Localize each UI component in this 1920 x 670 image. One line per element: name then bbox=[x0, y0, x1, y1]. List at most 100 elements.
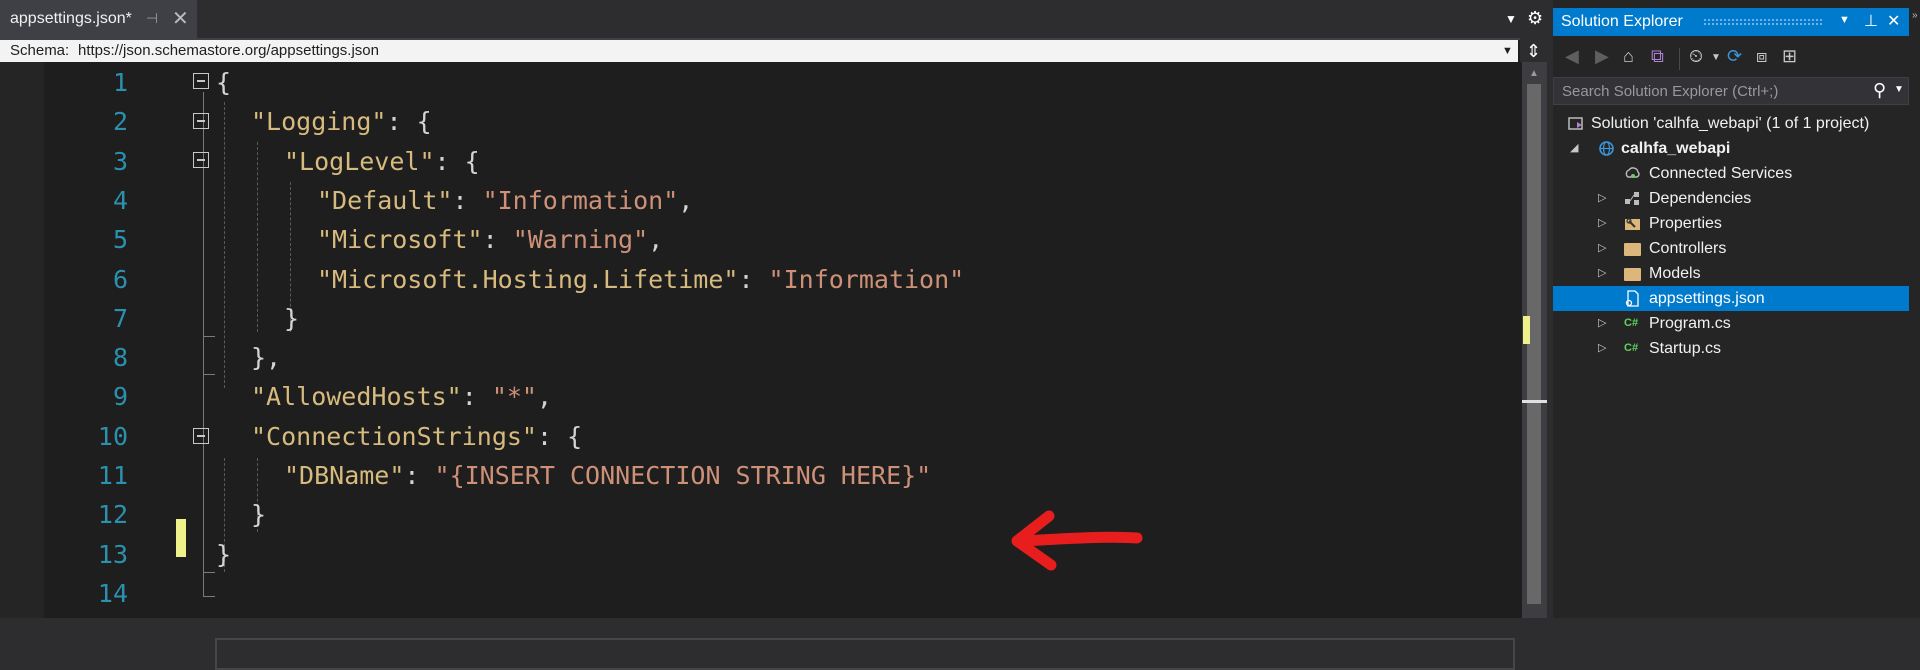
collapsed-triangle-icon[interactable]: ▷ bbox=[1598, 261, 1606, 286]
switch-views-icon[interactable]: ⧉ bbox=[1651, 46, 1664, 67]
document-tab-appsettings[interactable]: appsettings.json* ⊣ ✕ bbox=[0, 0, 197, 40]
punctuation: : bbox=[461, 382, 492, 411]
tree-item-solution[interactable]: Solution 'calhfa_webapi' (1 of 1 project… bbox=[1553, 111, 1909, 136]
collapse-toggle[interactable] bbox=[193, 113, 209, 129]
close-icon[interactable]: ✕ bbox=[1887, 11, 1900, 31]
search-icon[interactable]: ⚲ bbox=[1873, 80, 1886, 101]
unsaved-change-marker bbox=[176, 519, 186, 557]
current-line-highlight bbox=[215, 638, 1515, 670]
json-key: "DBName" bbox=[284, 461, 405, 490]
json-key: "Microsoft.Hosting.Lifetime" bbox=[317, 265, 739, 294]
punctuation: , bbox=[536, 382, 553, 411]
tree-item-project[interactable]: ◢ calhfa_webapi bbox=[1553, 136, 1909, 161]
collapsed-triangle-icon[interactable]: ▷ bbox=[1598, 211, 1606, 236]
line-number: 4 bbox=[112, 186, 128, 215]
web-project-icon bbox=[1599, 141, 1614, 156]
punctuation: , bbox=[648, 225, 664, 254]
punctuation: : { bbox=[386, 107, 432, 136]
punctuation: : bbox=[738, 265, 769, 294]
collapse-all-icon[interactable]: ⧈ bbox=[1756, 46, 1767, 67]
collapsed-triangle-icon[interactable]: ▷ bbox=[1598, 311, 1606, 336]
tree-item-dependencies[interactable]: ▷ Dependencies bbox=[1553, 186, 1909, 211]
tree-item-label: Connected Services bbox=[1649, 165, 1793, 182]
outlining-end bbox=[203, 336, 215, 337]
expanded-triangle-icon[interactable]: ◢ bbox=[1570, 136, 1578, 161]
scrollbar-thumb[interactable] bbox=[1527, 84, 1541, 604]
tree-item-connected-services[interactable]: Connected Services bbox=[1553, 161, 1909, 186]
collapse-toggle[interactable] bbox=[193, 73, 209, 89]
code-line-4: "Default": "Information", bbox=[317, 186, 693, 215]
tree-item-startup[interactable]: ▷ C# Startup.cs bbox=[1553, 336, 1909, 361]
collapsed-triangle-icon[interactable]: ▷ bbox=[1598, 236, 1606, 261]
refresh-icon[interactable]: ⟳ bbox=[1727, 46, 1742, 67]
solution-explorer-toolbar: ◀ ▶ ⌂ ⧉ ⏲ ▼ ⟳ ⧈ ⊞ bbox=[1553, 40, 1920, 74]
folder-icon bbox=[1624, 243, 1641, 256]
tree-item-models[interactable]: ▷ Models bbox=[1553, 261, 1909, 286]
overflow-icon[interactable]: » bbox=[1912, 10, 1918, 21]
outlining-end bbox=[203, 374, 215, 375]
split-icon[interactable]: ⇕ bbox=[1520, 38, 1547, 64]
forward-icon[interactable]: ▶ bbox=[1595, 46, 1609, 67]
tree-item-label: calhfa_webapi bbox=[1621, 140, 1731, 157]
show-all-files-icon[interactable]: ⊞ bbox=[1782, 46, 1797, 67]
punctuation: , bbox=[678, 186, 694, 215]
punctuation: : bbox=[482, 225, 513, 254]
punctuation: : { bbox=[536, 422, 583, 451]
red-arrow-annotation bbox=[1011, 510, 1143, 571]
punctuation: } bbox=[251, 500, 267, 529]
solution-search-box[interactable]: ⚲ ▼ bbox=[1553, 77, 1909, 105]
schema-selector[interactable]: Schema: https://json.schemastore.org/app… bbox=[0, 40, 1518, 62]
solution-explorer-title-bar[interactable]: Solution Explorer ▼ ⊥ ✕ bbox=[1553, 8, 1909, 36]
back-icon[interactable]: ◀ bbox=[1565, 46, 1579, 67]
json-string: "*" bbox=[491, 382, 537, 411]
panel-title: Solution Explorer bbox=[1561, 13, 1683, 30]
indent-guide bbox=[257, 142, 258, 332]
tree-item-appsettings[interactable]: appsettings.json bbox=[1553, 286, 1909, 311]
outlining-end bbox=[203, 572, 215, 573]
line-number: 1 bbox=[112, 68, 128, 97]
window-position-icon[interactable]: ▼ bbox=[1839, 14, 1850, 26]
pin-icon[interactable]: ⊣ bbox=[146, 10, 158, 27]
tree-item-label: Controllers bbox=[1649, 240, 1727, 257]
search-input[interactable] bbox=[1560, 82, 1864, 101]
chevron-down-icon[interactable]: ▼ bbox=[1502, 40, 1513, 62]
tree-item-controllers[interactable]: ▷ Controllers bbox=[1553, 236, 1909, 261]
tree-item-label: Solution 'calhfa_webapi' (1 of 1 project… bbox=[1591, 115, 1870, 132]
chevron-down-icon[interactable]: ▼ bbox=[1894, 84, 1904, 95]
code-line-11: "DBName": "{INSERT CONNECTION STRING HER… bbox=[284, 461, 931, 490]
scrollbar-change-marker bbox=[1523, 316, 1530, 344]
json-key: "AllowedHosts" bbox=[251, 382, 462, 411]
collapsed-triangle-icon[interactable]: ▷ bbox=[1598, 186, 1606, 211]
json-string: "{INSERT CONNECTION STRING HERE}" bbox=[434, 461, 932, 490]
csharp-file-icon: C# bbox=[1624, 342, 1639, 354]
collapse-toggle[interactable] bbox=[193, 428, 209, 444]
tab-list-dropdown-icon[interactable]: ▼ bbox=[1505, 12, 1517, 26]
code-line-7: } bbox=[284, 304, 299, 333]
code-text-area[interactable]: 1 2 3 4 5 6 7 8 9 10 11 12 13 14 { "Logg… bbox=[0, 62, 1522, 670]
tree-item-properties[interactable]: ▷ Properties bbox=[1553, 211, 1909, 236]
scrollbar-caret-marker bbox=[1522, 400, 1547, 403]
punctuation: }, bbox=[251, 343, 282, 372]
punctuation: } bbox=[216, 540, 232, 569]
schema-label: Schema: bbox=[10, 42, 70, 59]
vertical-scrollbar[interactable]: ▲ bbox=[1522, 62, 1547, 618]
close-icon[interactable]: ✕ bbox=[172, 6, 189, 31]
scroll-up-icon[interactable]: ▲ bbox=[1529, 68, 1539, 79]
chevron-down-icon[interactable]: ▼ bbox=[1711, 52, 1721, 63]
pending-changes-icon[interactable]: ⏲ bbox=[1689, 46, 1703, 67]
collapse-toggle[interactable] bbox=[193, 152, 209, 168]
json-key: "LogLevel" bbox=[284, 147, 435, 176]
line-number: 10 bbox=[97, 422, 128, 451]
tree-item-program[interactable]: ▷ C# Program.cs bbox=[1553, 311, 1909, 336]
pin-icon[interactable]: ⊥ bbox=[1864, 11, 1878, 31]
home-icon[interactable]: ⌂ bbox=[1623, 46, 1634, 67]
line-number: 6 bbox=[112, 265, 128, 294]
code-line-2: "Logging": { bbox=[251, 107, 432, 136]
settings-icon[interactable]: ⚙ bbox=[1527, 8, 1543, 29]
punctuation: } bbox=[284, 304, 300, 333]
collapsed-triangle-icon[interactable]: ▷ bbox=[1598, 336, 1606, 361]
code-editor: appsettings.json* ⊣ ✕ ▼ ⚙ Schema: https:… bbox=[0, 0, 1547, 670]
json-string: "Warning" bbox=[512, 225, 649, 254]
toolbar-separator bbox=[1679, 48, 1680, 70]
drag-grip[interactable] bbox=[1703, 18, 1823, 27]
